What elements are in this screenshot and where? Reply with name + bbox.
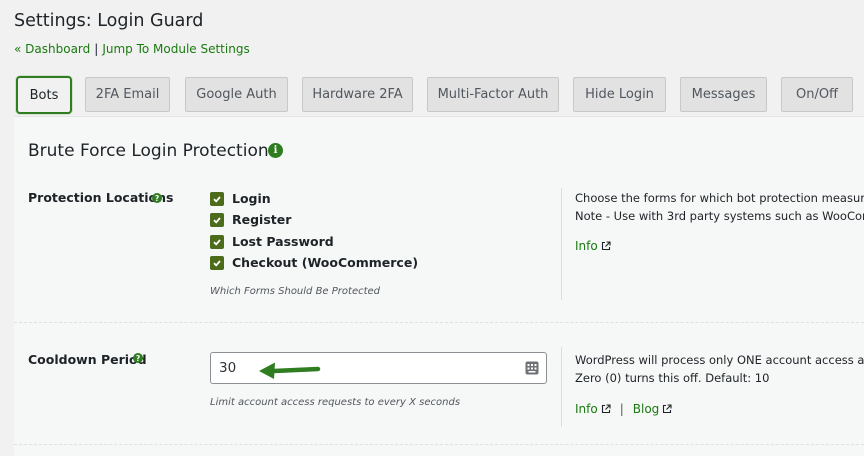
checkbox-label: Login [232,191,271,206]
module-settings-link[interactable]: Jump To Module Settings [102,42,249,56]
info-icon[interactable]: i [268,143,283,158]
protection-links: Info [575,239,611,253]
row-divider [14,444,864,445]
cooldown-info-link[interactable]: Info [575,402,611,416]
protection-description-1: Choose the forms for which bot protectio… [575,191,864,205]
checkmark-icon[interactable] [210,191,224,206]
checkmark-icon[interactable] [210,255,224,270]
checkbox-label: Lost Password [232,234,334,249]
external-link-icon [601,241,611,251]
protection-info-link[interactable]: Info [575,239,611,253]
tab-google-auth[interactable]: Google Auth [185,77,288,112]
row-divider [14,322,864,323]
protection-description-2: Note - Use with 3rd party systems such a… [575,209,864,223]
checkbox-register[interactable]: Register [210,211,291,228]
cooldown-blog-link[interactable]: Blog [633,402,673,416]
tab-2fa-email[interactable]: 2FA Email [85,77,170,112]
checkbox-lost-password[interactable]: Lost Password [210,233,334,250]
cooldown-hint: Limit account access requests to every X… [210,397,461,408]
checkmark-icon[interactable] [210,212,224,227]
tab-bar: Bots 2FA Email Google Auth Hardware 2FA … [0,76,864,114]
column-divider [561,347,562,427]
cooldown-links: Info | Blog [575,402,672,416]
tab-multi-factor-auth[interactable]: Multi-Factor Auth [427,77,559,112]
tab-on-off[interactable]: On/Off [781,77,853,112]
help-icon[interactable]: ? [152,193,162,203]
breadcrumb-separator: | [94,42,99,56]
dashboard-link[interactable]: « Dashboard [14,42,90,56]
tab-messages[interactable]: Messages [680,77,767,112]
cooldown-description-1: WordPress will process only ONE account … [575,353,864,367]
number-spinner-icon[interactable] [525,361,539,375]
arrow-annotation-icon [259,362,321,379]
tab-hardware-2fa[interactable]: Hardware 2FA [302,77,413,112]
tab-hide-login[interactable]: Hide Login [573,77,666,112]
checkbox-label: Checkout (WooCommerce) [232,255,419,270]
checkbox-checkout[interactable]: Checkout (WooCommerce) [210,254,418,271]
checkbox-label: Register [232,212,292,227]
breadcrumb: « Dashboard | Jump To Module Settings [14,42,250,56]
cooldown-period-label: Cooldown Period [28,352,147,367]
tab-bots[interactable]: Bots [16,76,72,114]
cooldown-description-2: Zero (0) turns this off. Default: 10 [575,371,770,385]
section-title: Brute Force Login Protection [28,141,269,161]
column-divider [561,188,562,300]
protection-hint: Which Forms Should Be Protected [210,286,381,297]
external-link-icon [663,404,672,414]
checkmark-icon[interactable] [210,234,224,249]
link-separator: | [619,402,624,416]
help-icon[interactable]: ? [133,353,143,363]
checkbox-login[interactable]: Login [210,190,271,207]
page-title: Settings: Login Guard [14,11,204,31]
external-link-icon [601,404,611,414]
